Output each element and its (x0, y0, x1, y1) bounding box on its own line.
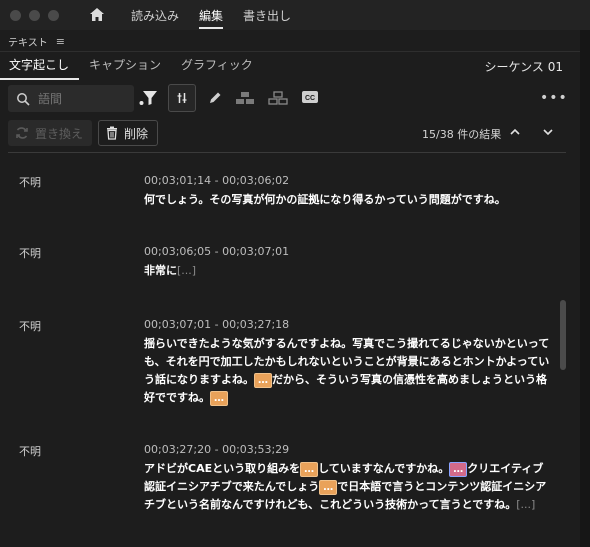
tab-graphics[interactable]: グラフィック (171, 54, 263, 80)
divider (8, 152, 566, 153)
search-input[interactable] (38, 91, 118, 106)
pause-marker[interactable]: … (210, 390, 228, 406)
speaker-label[interactable]: 不明 (19, 443, 41, 459)
transcript-text[interactable]: アドビがCAEという取り組みを… していますなんですかね。… クリエイティブ認証イニ… (144, 460, 554, 514)
text-segment: 非常に (144, 264, 177, 277)
panel-header: テキスト ≡ (0, 32, 580, 52)
trash-icon (107, 126, 117, 140)
speaker-label[interactable]: 不明 (19, 174, 41, 190)
omitted-marker: [...] (177, 264, 197, 277)
panel-edge (580, 30, 590, 547)
replace-label: 置き換え (35, 126, 84, 141)
split-segment-button[interactable] (168, 84, 196, 112)
replace-actions: 置き換え 削除 15/38 件の結果 (0, 118, 580, 148)
text-segment: していますなんですかね。 (318, 462, 450, 475)
workspace-nav: 読み込み 編集 書き出し (131, 7, 291, 29)
timecode: 00;03;27;20 - 00;03;53;29 (144, 443, 290, 456)
search-results-count: 15/38 件の結果 (422, 128, 502, 141)
split-icon (177, 93, 187, 103)
pause-marker[interactable]: … (254, 372, 272, 388)
transcript-text[interactable]: 非常に[...] (144, 262, 554, 280)
search-box[interactable] (8, 85, 134, 112)
timecode: 00;03;01;14 - 00;03;06;02 (144, 174, 290, 187)
text-segment: アドビがCAEという取り組みを (144, 462, 301, 475)
pause-marker[interactable]: … (300, 461, 319, 477)
hamburger-icon[interactable]: ≡ (56, 35, 65, 48)
delete-button[interactable]: 削除 (98, 120, 158, 146)
window-controls[interactable] (10, 9, 59, 21)
nav-import[interactable]: 読み込み (131, 7, 179, 29)
pencil-icon[interactable] (207, 90, 223, 106)
nav-edit[interactable]: 編集 (199, 7, 224, 29)
home-icon[interactable] (88, 6, 106, 24)
text-segment: 何でしょう。その写真が何かの証拠になり得るかっていう問題がですね。 (144, 193, 506, 206)
svg-text:CC: CC (305, 95, 315, 102)
pause-marker[interactable]: … (449, 461, 468, 477)
zoom-window-button[interactable] (48, 9, 59, 21)
chevron-up-icon[interactable] (508, 125, 522, 139)
replace-icon (16, 127, 28, 139)
panel-title: テキスト (8, 38, 48, 49)
tab-transcript[interactable]: 文字起こし (0, 54, 80, 80)
minimize-window-button[interactable] (29, 9, 40, 21)
merge-segments-icon[interactable] (235, 90, 255, 106)
replace-button[interactable]: 置き換え (8, 120, 92, 146)
transcript-text[interactable]: 揺らいできたような気がするんですよね。写真でこう撮れてるじゃないかといっても、そ… (144, 335, 554, 407)
segment-layout-icon[interactable] (268, 90, 288, 106)
timecode: 00;03;06;05 - 00;03;07;01 (144, 245, 290, 258)
tab-captions[interactable]: キャプション (79, 54, 171, 80)
filter-icon[interactable] (138, 89, 158, 107)
transcript-toolbar: CC ••• (0, 84, 580, 114)
transcript-text[interactable]: 何でしょう。その写真が何かの証拠になり得るかっていう問題がですね。 (144, 191, 554, 209)
text-tabs: 文字起こし キャプション グラフィック シーケンス 01 (0, 54, 580, 80)
more-options-icon[interactable]: ••• (540, 90, 568, 106)
pause-marker[interactable]: … (319, 479, 338, 495)
create-captions-icon[interactable]: CC (301, 90, 319, 104)
sequence-name[interactable]: シーケンス 01 (485, 58, 564, 75)
title-bar: 読み込み 編集 書き出し (0, 0, 590, 30)
omitted-marker: [...] (516, 498, 536, 511)
timecode: 00;03;07;01 - 00;03;27;18 (144, 318, 290, 331)
close-window-button[interactable] (10, 9, 21, 21)
chevron-down-icon[interactable] (541, 125, 555, 139)
delete-label: 削除 (124, 126, 149, 141)
search-icon (17, 92, 30, 106)
speaker-label[interactable]: 不明 (19, 245, 41, 261)
nav-export[interactable]: 書き出し (243, 7, 291, 29)
speaker-label[interactable]: 不明 (19, 318, 41, 334)
scrollbar[interactable] (560, 300, 566, 370)
transcript-list: 不明 00;03;01;14 - 00;03;06;02 何でしょう。その写真が… (0, 156, 566, 547)
